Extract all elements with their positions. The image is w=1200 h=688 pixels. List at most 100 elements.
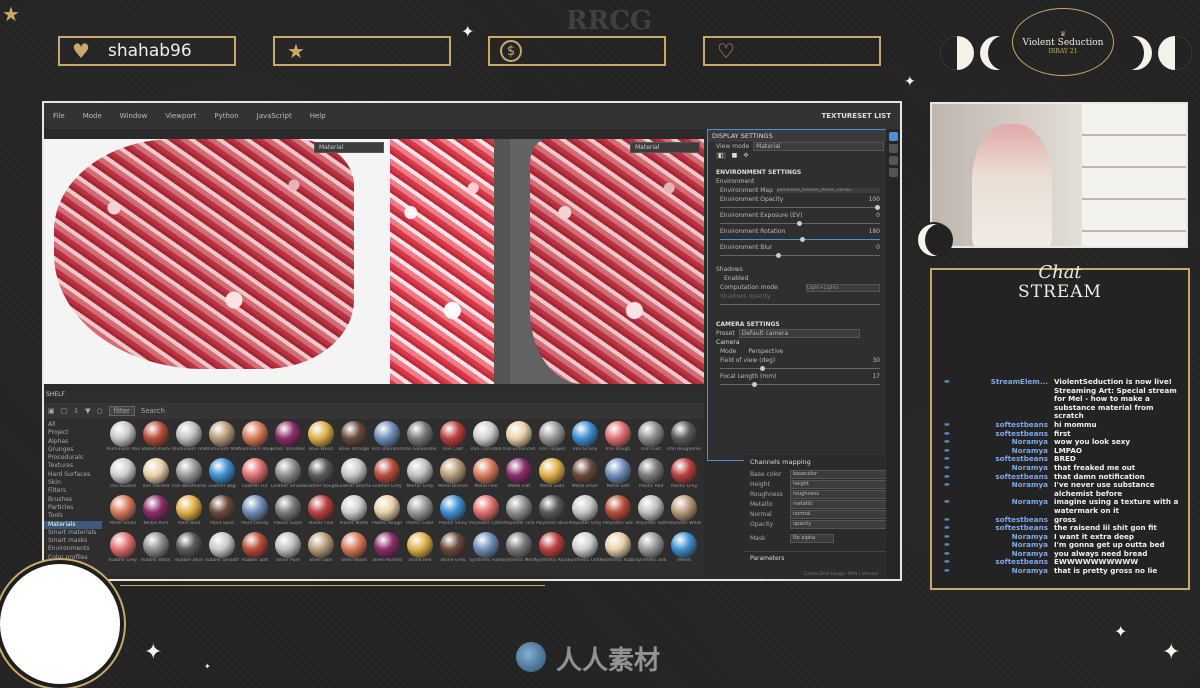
texture-set-list-tab[interactable]: TEXTURESET LIST [812,112,900,120]
material-thumbnail[interactable]: Synthetic Silk [634,532,668,563]
material-thumbnail[interactable]: Polyester Blue [535,495,569,526]
material-thumbnail[interactable]: Synthetic Round [535,532,569,563]
material-thumbnail[interactable]: Velvet [667,532,701,563]
material-thumbnail[interactable]: Polyester Cotton [469,495,503,526]
material-thumbnail[interactable]: Iron Grainy [568,421,602,452]
menu-mode[interactable]: Mode [74,112,111,120]
material-thumbnail[interactable]: Synthetic Mesh [502,532,536,563]
material-thumbnail[interactable]: Steel Painted [370,532,404,563]
shelf-category[interactable]: All [44,421,102,429]
material-thumbnail[interactable]: Stone Red [403,532,437,563]
menu-help[interactable]: Help [301,112,335,120]
material-thumbnail[interactable]: Baked Alumi [139,421,173,452]
shelf-category[interactable]: Alphas [44,438,102,446]
material-thumbnail[interactable]: Aluminum Roug [238,421,272,452]
menu-window[interactable]: Window [111,112,157,120]
material-thumbnail[interactable]: Leather Bag [205,458,239,489]
import-icon[interactable]: ⇩ [73,407,79,415]
material-thumbnail[interactable]: Paint Glossy [238,495,272,526]
material-thumbnail[interactable]: Synthetic Rubber [601,532,635,563]
channel-select[interactable]: height [790,479,889,489]
material-thumbnail[interactable]: Rubber Grey [106,532,140,563]
shelf-category[interactable]: Procedurals [44,454,102,462]
rotation-slider[interactable] [720,236,880,243]
material-thumbnail[interactable]: Mortar Grey [403,458,437,489]
material-thumbnail[interactable]: Metal Soft [601,458,635,489]
shelf-category[interactable]: Grunges [44,446,102,454]
shelf-category[interactable]: Brushes [44,496,102,504]
material-thumbnail[interactable]: Metal Flat [502,458,536,489]
menu-file[interactable]: File [44,112,74,120]
view-mode-select[interactable]: Material [753,142,884,151]
material-thumbnail[interactable]: Leather Grey [370,458,404,489]
mode-value[interactable]: Perspective [748,348,783,355]
viewer-tab-icon[interactable]: ✣ [743,152,748,159]
viewport-2d-mode[interactable]: Material [630,142,700,153]
material-thumbnail[interactable]: Iron Rusted [106,458,140,489]
display-settings-icon[interactable] [888,132,898,141]
material-thumbnail[interactable]: Rubber Soft [238,532,272,563]
material-thumbnail[interactable]: Iron Galvanized [403,421,437,452]
log-icon[interactable] [888,168,898,177]
material-thumbnail[interactable]: Rubber Blue [172,532,206,563]
material-thumbnail[interactable]: Synthetic Cloth [568,532,602,563]
material-thumbnail[interactable]: Silver Pure [271,532,305,563]
channel-select[interactable]: normal [790,509,889,519]
history-icon[interactable] [888,156,898,165]
shelf-category[interactable]: Smart materials [44,529,102,537]
folder-icon[interactable]: ▣ [48,407,55,415]
menu-python[interactable]: Python [205,112,247,120]
blur-slider[interactable] [720,252,880,259]
focal-slider[interactable] [720,381,880,388]
shelf-search-input[interactable]: Search [141,407,165,415]
channel-select[interactable]: basecolor [790,469,889,479]
shelf-category[interactable]: Textures [44,462,102,470]
material-thumbnail[interactable]: Aluminium Fine [172,421,206,452]
material-thumbnail[interactable]: Leather Smooth [271,458,305,489]
material-thumbnail[interactable]: Mesh Small [106,495,140,526]
fov-slider[interactable] [720,365,880,372]
menu-viewport[interactable]: Viewport [156,112,205,120]
filter-icon[interactable]: ▼ [85,407,90,415]
material-thumbnail[interactable]: Synthetic Fiber [469,532,503,563]
shadow-opacity-slider[interactable] [720,301,880,308]
mask-select[interactable]: No alpha [790,533,834,543]
material-thumbnail[interactable]: Plastic Grey [667,458,701,489]
material-thumbnail[interactable]: Rubber Smooth [205,532,239,563]
shelf-category[interactable]: Skin [44,479,102,487]
shelf-category[interactable]: Tools [44,512,102,520]
material-thumbnail[interactable]: Blue Wood [304,421,338,452]
new-folder-icon[interactable]: ▢ [61,407,68,415]
parameters-header[interactable]: Parameters [744,551,889,565]
shelf-category[interactable]: Materials [44,520,102,529]
material-thumbnail[interactable]: Metal Fine [469,458,503,489]
viewport-2d[interactable]: Material [510,139,704,384]
viewport-3d[interactable]: Material [44,139,390,384]
menu-javascript[interactable]: JavaScript [248,112,301,120]
material-thumbnail[interactable]: Metal Silver [568,458,602,489]
channel-select[interactable]: opacity [790,519,889,529]
material-thumbnail[interactable]: Brass Tarnished [271,421,305,452]
material-thumbnail[interactable]: Leather Stitched [337,458,371,489]
material-thumbnail[interactable]: Rubber Black [139,532,173,563]
material-thumbnail[interactable]: Polyester Silk [601,495,635,526]
environment-tab-icon[interactable]: ◧ [716,152,726,159]
material-thumbnail[interactable]: Aluminium Roug [106,421,140,452]
material-thumbnail[interactable]: Leather Fur [238,458,272,489]
material-thumbnail[interactable]: Polyester White [667,495,701,526]
material-thumbnail[interactable]: Iron Cast [436,421,470,452]
material-thumbnail[interactable]: Plastic Fine [304,495,338,526]
material-thumbnail[interactable]: Iron Weathered [172,458,206,489]
exposure-slider[interactable] [720,220,880,227]
viewport-area[interactable]: Material Material [44,139,704,384]
material-thumbnail[interactable]: Plastic Gloss [271,495,305,526]
camera-tab-icon[interactable]: ■ [732,152,738,159]
preset-select[interactable]: Default camera [738,329,860,338]
material-thumbnail[interactable]: Bone Strange [337,421,371,452]
material-thumbnail[interactable]: Metal Bronze [436,458,470,489]
shelf-filter-chip[interactable]: filter [108,406,135,416]
computation-select[interactable]: Light+Lights [806,283,880,292]
material-thumbnail[interactable]: Steel Wood [337,532,371,563]
shelf-category[interactable]: Particles [44,504,102,512]
material-thumbnail[interactable]: Plastic Matte [337,495,371,526]
